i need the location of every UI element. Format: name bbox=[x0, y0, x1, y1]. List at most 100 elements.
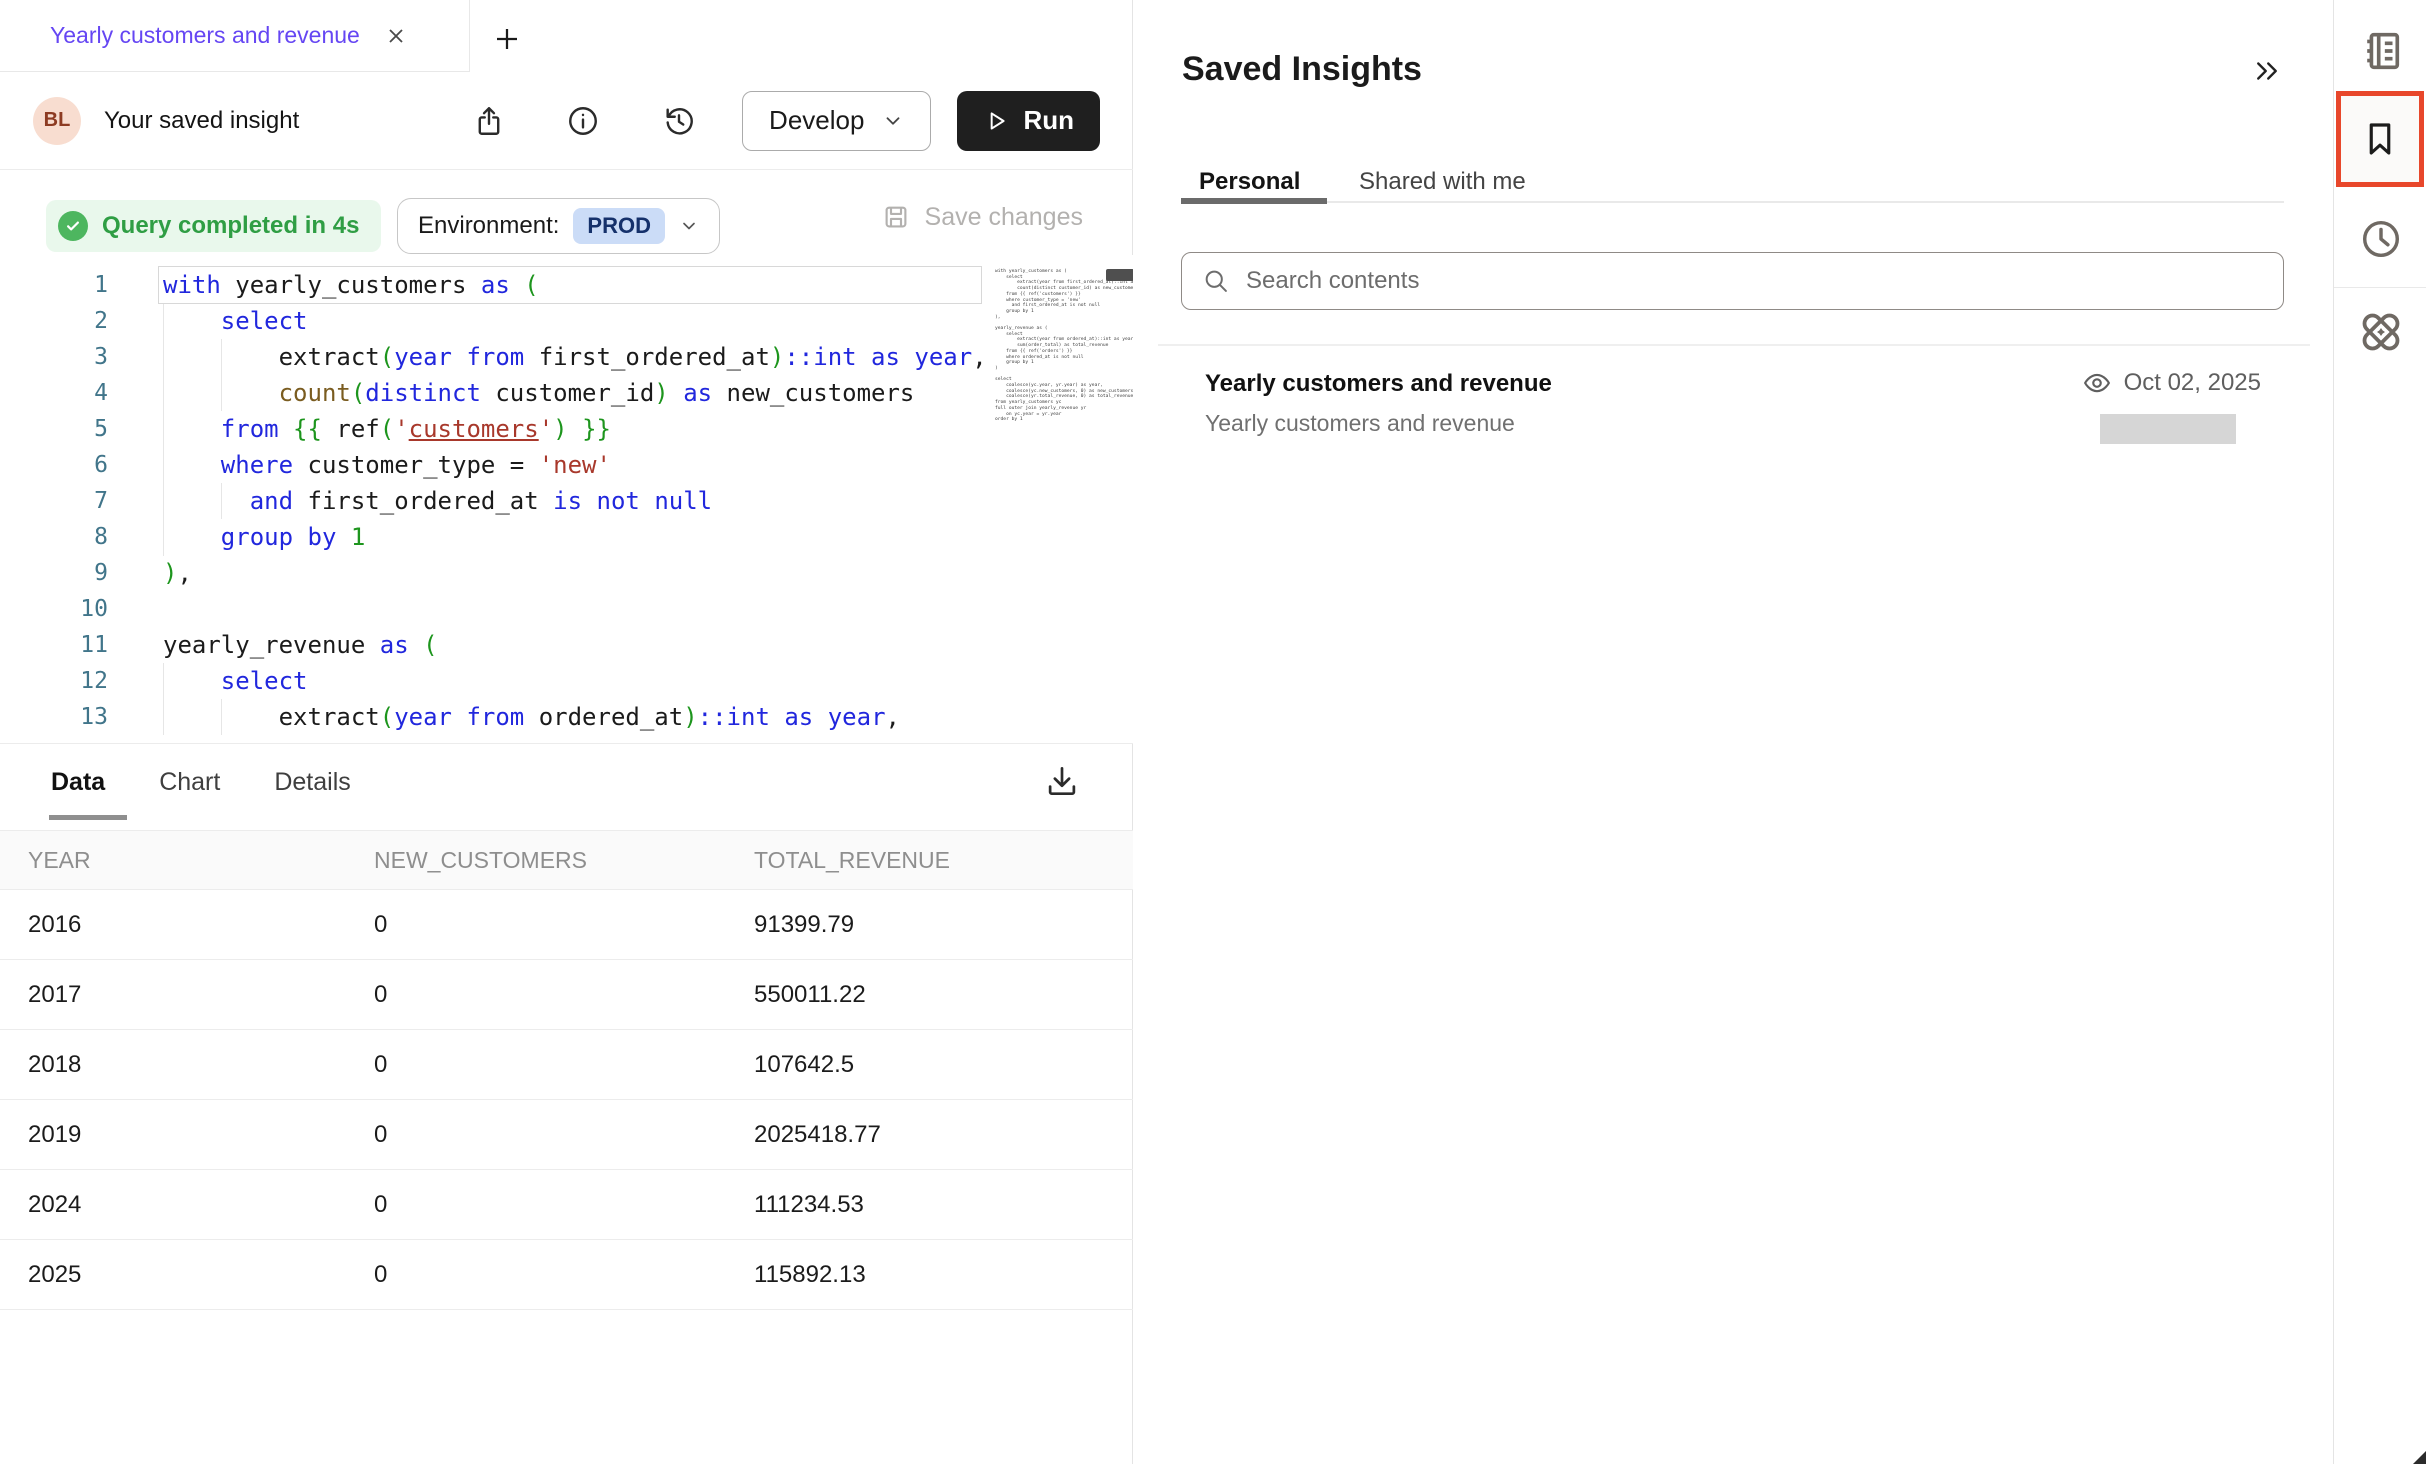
loading-placeholder bbox=[2100, 414, 2236, 444]
environment-value: PROD bbox=[573, 208, 665, 244]
table-cell: 0 bbox=[374, 1261, 754, 1289]
tab-shared-with-me[interactable]: Shared with me bbox=[1359, 168, 1526, 196]
tab-data[interactable]: Data bbox=[51, 768, 105, 797]
search-box bbox=[1181, 252, 2284, 310]
develop-label: Develop bbox=[769, 105, 864, 136]
table-cell: 2018 bbox=[0, 1051, 374, 1079]
table-row: 20170550011.22 bbox=[0, 960, 1133, 1030]
code-line[interactable]: 10 bbox=[0, 591, 1133, 627]
code-minimap[interactable]: with yearly_customers as ( select extrac… bbox=[983, 255, 1133, 743]
save-changes-label: Save changes bbox=[925, 203, 1083, 232]
table-cell: 0 bbox=[374, 1121, 754, 1149]
lineage-icon[interactable] bbox=[2334, 308, 2426, 356]
table-cell: 2025 bbox=[0, 1261, 374, 1289]
tab-personal[interactable]: Personal bbox=[1199, 168, 1300, 196]
environment-label: Environment: bbox=[418, 212, 559, 240]
table-cell: 550011.22 bbox=[754, 981, 1133, 1009]
save-changes-button[interactable]: Save changes bbox=[881, 202, 1083, 232]
check-icon bbox=[58, 211, 88, 241]
new-tab-button[interactable] bbox=[492, 24, 522, 54]
collapse-panel-icon[interactable] bbox=[2252, 56, 2282, 86]
tab-chart[interactable]: Chart bbox=[159, 768, 220, 797]
close-tab-icon[interactable] bbox=[384, 24, 408, 48]
saved-insight-item[interactable]: Yearly customers and revenue Yearly cust… bbox=[1181, 352, 2287, 464]
sql-editor[interactable]: 1with yearly_customers as (2 select3 ext… bbox=[0, 255, 1133, 743]
insight-title: Your saved insight bbox=[104, 107, 299, 135]
query-status-badge: Query completed in 4s bbox=[46, 200, 381, 252]
table-cell: 2017 bbox=[0, 981, 374, 1009]
eye-icon bbox=[2082, 368, 2112, 398]
table-cell: 0 bbox=[374, 1191, 754, 1219]
insight-item-title: Yearly customers and revenue bbox=[1205, 370, 1552, 398]
saved-insights-panel: Saved Insights Personal Shared with me Y… bbox=[1134, 0, 2333, 1464]
code-line[interactable]: 11yearly_revenue as ( bbox=[0, 627, 1133, 663]
code-line[interactable]: 5 from {{ ref('customers') }} bbox=[0, 411, 1133, 447]
tabs-divider bbox=[1182, 201, 2284, 203]
code-line[interactable]: 3 extract(year from first_ordered_at)::i… bbox=[0, 339, 1133, 375]
table-cell: 107642.5 bbox=[754, 1051, 1133, 1079]
column-header: NEW_CUSTOMERS bbox=[374, 847, 754, 874]
results-table: YEARNEW_CUSTOMERSTOTAL_REVENUE 201609139… bbox=[0, 830, 1133, 1310]
query-status-text: Query completed in 4s bbox=[102, 212, 359, 240]
search-icon bbox=[1202, 267, 1230, 295]
code-line[interactable]: 12 select bbox=[0, 663, 1133, 699]
tab-details[interactable]: Details bbox=[274, 768, 350, 797]
code-line[interactable]: 2 select bbox=[0, 303, 1133, 339]
code-line[interactable]: 4 count(distinct customer_id) as new_cus… bbox=[0, 375, 1133, 411]
status-row: Query completed in 4s Environment: PROD … bbox=[0, 170, 1133, 255]
history-icon[interactable] bbox=[662, 104, 696, 138]
search-input[interactable] bbox=[1246, 267, 2146, 295]
table-cell: 2024 bbox=[0, 1191, 374, 1219]
editor-panel: Yearly customers and revenue BL Your sav… bbox=[0, 0, 1133, 1464]
code-lines: 1with yearly_customers as (2 select3 ext… bbox=[0, 267, 1133, 735]
code-line[interactable]: 1with yearly_customers as ( bbox=[0, 267, 1133, 303]
rail-divider bbox=[2334, 287, 2426, 288]
play-icon bbox=[983, 108, 1009, 134]
share-icon[interactable] bbox=[472, 104, 506, 138]
download-icon[interactable] bbox=[1043, 762, 1081, 800]
code-line[interactable]: 7 and first_ordered_at is not null bbox=[0, 483, 1133, 519]
tab-title: Yearly customers and revenue bbox=[50, 22, 360, 49]
table-cell: 111234.53 bbox=[754, 1191, 1133, 1219]
table-cell: 2016 bbox=[0, 911, 374, 939]
active-tab-underline bbox=[1181, 198, 1327, 204]
table-row: 201902025418.77 bbox=[0, 1100, 1133, 1170]
run-label: Run bbox=[1023, 105, 1074, 136]
table-row: 20240111234.53 bbox=[0, 1170, 1133, 1240]
save-icon bbox=[881, 202, 911, 232]
code-line[interactable]: 9), bbox=[0, 555, 1133, 591]
run-button[interactable]: Run bbox=[957, 91, 1100, 151]
app-root: Yearly customers and revenue BL Your sav… bbox=[0, 0, 2426, 1464]
scrollbar-thumb[interactable] bbox=[1106, 269, 1133, 281]
code-line[interactable]: 6 where customer_type = 'new' bbox=[0, 447, 1133, 483]
page-title: Saved Insights bbox=[1182, 50, 1422, 89]
environment-dropdown[interactable]: Environment: PROD bbox=[397, 198, 720, 254]
table-cell: 115892.13 bbox=[754, 1261, 1133, 1289]
tab-yearly-customers[interactable]: Yearly customers and revenue bbox=[0, 0, 470, 72]
develop-dropdown[interactable]: Develop bbox=[742, 91, 931, 151]
insight-item-meta: Oct 02, 2025 bbox=[2082, 368, 2261, 398]
list-divider bbox=[1158, 344, 2310, 346]
notebook-icon[interactable] bbox=[2334, 28, 2426, 74]
bookmark-icon[interactable] bbox=[2336, 91, 2424, 187]
table-row: 2016091399.79 bbox=[0, 890, 1133, 960]
table-cell: 0 bbox=[374, 911, 754, 939]
column-header: YEAR bbox=[0, 847, 374, 874]
code-line[interactable]: 8 group by 1 bbox=[0, 519, 1133, 555]
active-tab-underline bbox=[49, 815, 127, 820]
table-cell: 0 bbox=[374, 1051, 754, 1079]
table-cell: 91399.79 bbox=[754, 911, 1133, 939]
code-line[interactable]: 13 extract(year from ordered_at)::int as… bbox=[0, 699, 1133, 735]
info-icon[interactable] bbox=[566, 104, 600, 138]
chevron-down-icon bbox=[679, 216, 699, 236]
table-header-row: YEARNEW_CUSTOMERSTOTAL_REVENUE bbox=[0, 830, 1133, 890]
history-icon[interactable] bbox=[2334, 216, 2426, 262]
resize-grip[interactable] bbox=[2413, 1451, 2426, 1464]
table-cell: 0 bbox=[374, 981, 754, 1009]
right-icon-rail bbox=[2333, 0, 2426, 1464]
chevron-down-icon bbox=[882, 110, 904, 132]
column-header: TOTAL_REVENUE bbox=[754, 847, 1133, 874]
insight-item-description: Yearly customers and revenue bbox=[1205, 410, 1515, 437]
table-row: 20250115892.13 bbox=[0, 1240, 1133, 1310]
insight-item-date: Oct 02, 2025 bbox=[2124, 369, 2261, 397]
